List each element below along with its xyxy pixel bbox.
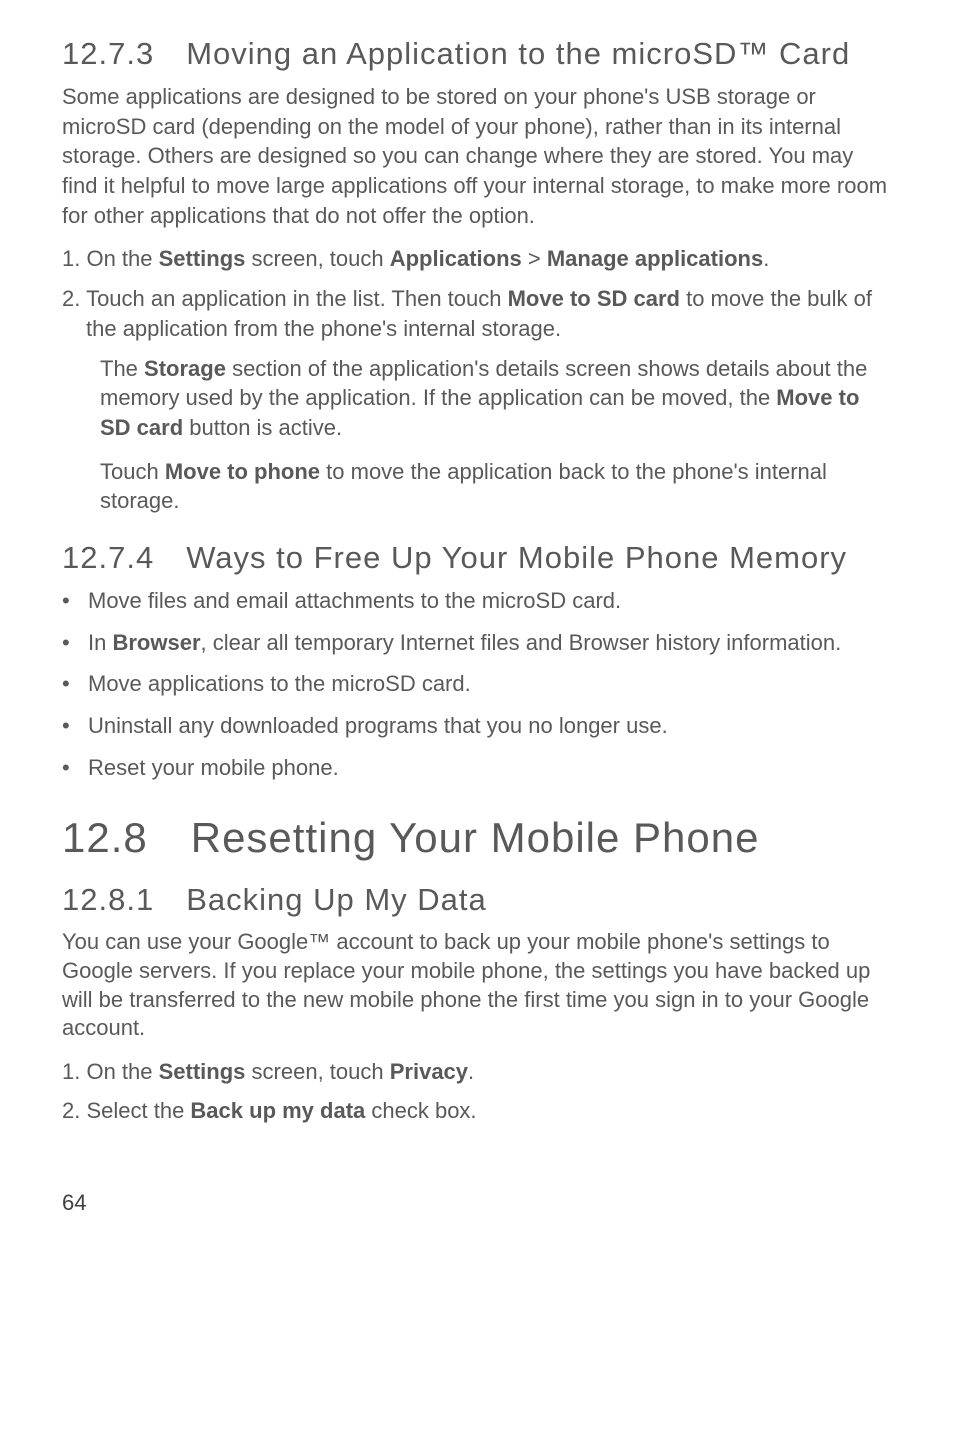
text: check box. (365, 1098, 476, 1123)
bold-manage-applications: Manage applications (547, 246, 763, 271)
text: Move applications to the microSD card. (88, 669, 892, 699)
text: Move files and email attachments to the … (88, 586, 892, 616)
bold-move-to-phone: Move to phone (165, 459, 320, 484)
ordered-step-1: 1. On the Settings screen, touch Privacy… (62, 1057, 892, 1087)
page-number: 64 (62, 1190, 892, 1216)
heading-12-7-4: 12.7.4 Ways to Free Up Your Mobile Phone… (62, 540, 892, 576)
text: . (763, 246, 769, 271)
bullet-icon: • (62, 628, 88, 658)
text: Reset your mobile phone. (88, 753, 892, 783)
text: 2. Select the (62, 1098, 190, 1123)
bold-back-up-my-data: Back up my data (190, 1098, 365, 1123)
text: Touch (100, 459, 165, 484)
text: The (100, 356, 144, 381)
ordered-step-1: 1. On the Settings screen, touch Applica… (62, 244, 892, 274)
text: , clear all temporary Internet files and… (201, 630, 842, 655)
bullet-icon: • (62, 753, 88, 783)
bullet-icon: • (62, 669, 88, 699)
bullet-item: • In Browser, clear all temporary Intern… (62, 628, 892, 658)
bold-privacy: Privacy (390, 1059, 468, 1084)
text: screen, touch (245, 1059, 389, 1084)
text: > (522, 246, 547, 271)
sub-paragraph: The Storage section of the application's… (100, 354, 892, 443)
heading-12-7-3: 12.7.3 Moving an Application to the micr… (62, 36, 892, 72)
bold-settings: Settings (159, 246, 246, 271)
sub-paragraph: Touch Move to phone to move the applicat… (100, 457, 892, 516)
text: 2. Touch an application in the list. The… (62, 286, 508, 311)
bold-move-to-sd: Move to SD card (508, 286, 680, 311)
bullet-item: • Move applications to the microSD card. (62, 669, 892, 699)
text: . (468, 1059, 474, 1084)
bullet-icon: • (62, 586, 88, 616)
bold-browser: Browser (112, 630, 200, 655)
bullet-item: • Uninstall any downloaded programs that… (62, 711, 892, 741)
text: In (88, 630, 112, 655)
heading-12-8-1: 12.8.1 Backing Up My Data (62, 882, 892, 918)
bullet-icon: • (62, 711, 88, 741)
text: In Browser, clear all temporary Internet… (88, 628, 892, 658)
bold-storage: Storage (144, 356, 226, 381)
ordered-step-2: 2. Touch an application in the list. The… (62, 284, 892, 343)
text: button is active. (183, 415, 342, 440)
document-page: 12.7.3 Moving an Application to the micr… (0, 0, 954, 1429)
ordered-step-2: 2. Select the Back up my data check box. (62, 1096, 892, 1126)
text: screen, touch (245, 246, 389, 271)
paragraph: Some applications are designed to be sto… (62, 82, 892, 230)
bullet-item: • Reset your mobile phone. (62, 753, 892, 783)
bold-settings: Settings (159, 1059, 246, 1084)
text: Uninstall any downloaded programs that y… (88, 711, 892, 741)
paragraph: You can use your Google™ account to back… (62, 928, 892, 1042)
bullet-item: • Move files and email attachments to th… (62, 586, 892, 616)
text: 1. On the (62, 1059, 159, 1084)
heading-12-8: 12.8 Resetting Your Mobile Phone (62, 814, 892, 862)
bold-applications: Applications (390, 246, 522, 271)
text: 1. On the (62, 246, 159, 271)
